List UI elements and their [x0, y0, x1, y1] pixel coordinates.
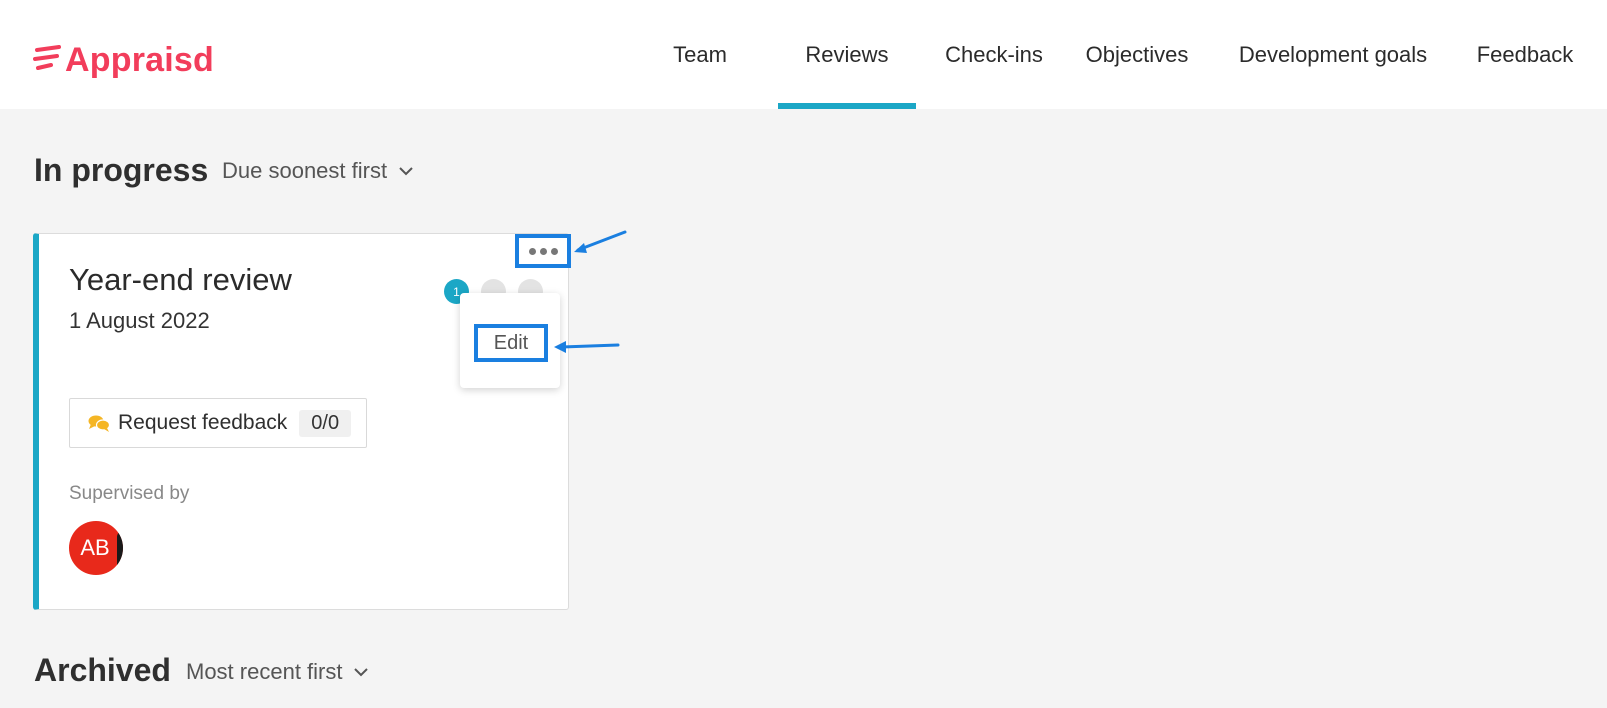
nav-item-check-ins[interactable]: Check-ins — [935, 0, 1053, 109]
feedback-count-badge: 0/0 — [299, 409, 352, 437]
in-progress-sort-dropdown[interactable]: Due soonest first — [222, 158, 413, 184]
request-feedback-button[interactable]: Request feedback 0/0 — [69, 398, 367, 448]
nav-item-feedback[interactable]: Feedback — [1470, 0, 1580, 109]
ellipsis-icon — [528, 247, 536, 255]
review-title: Year-end review — [69, 262, 292, 297]
ellipsis-icon — [539, 247, 547, 255]
top-bar: Appraisd Team Reviews Check-ins Objectiv… — [0, 0, 1607, 109]
chat-bubbles-icon — [88, 415, 110, 432]
logo-text: Appraisd — [65, 41, 214, 79]
nav-item-team[interactable]: Team — [660, 0, 740, 109]
nav-item-objectives[interactable]: Objectives — [1077, 0, 1197, 109]
ellipsis-icon — [550, 247, 558, 255]
archived-sort-label: Most recent first — [186, 659, 343, 684]
menu-item-edit[interactable]: Edit — [474, 324, 548, 362]
nav-item-reviews[interactable]: Reviews — [778, 0, 916, 109]
request-feedback-label: Request feedback — [118, 411, 288, 434]
chevron-down-icon — [399, 166, 413, 175]
supervised-by-label: Supervised by — [69, 483, 190, 504]
chevron-down-icon — [354, 667, 369, 676]
review-date: 1 August 2022 — [69, 308, 210, 333]
nav-item-development-goals[interactable]: Development goals — [1228, 0, 1438, 109]
annotation-arrow-icon — [574, 230, 627, 253]
appraisd-logo[interactable]: Appraisd — [33, 40, 214, 80]
supervisor-avatar[interactable]: AB — [69, 521, 123, 575]
in-progress-title: In progress — [34, 152, 209, 188]
supervisor-initials: AB — [80, 535, 110, 560]
archived-title: Archived — [34, 652, 171, 688]
more-options-menu: Edit — [460, 293, 560, 388]
archived-sort-dropdown[interactable]: Most recent first — [186, 659, 369, 685]
in-progress-sort-label: Due soonest first — [222, 158, 388, 183]
more-options-button[interactable] — [515, 234, 571, 268]
review-card[interactable]: Year-end review 1 August 2022 1 Edit Req… — [33, 233, 571, 610]
logo-mark-icon — [33, 45, 61, 70]
